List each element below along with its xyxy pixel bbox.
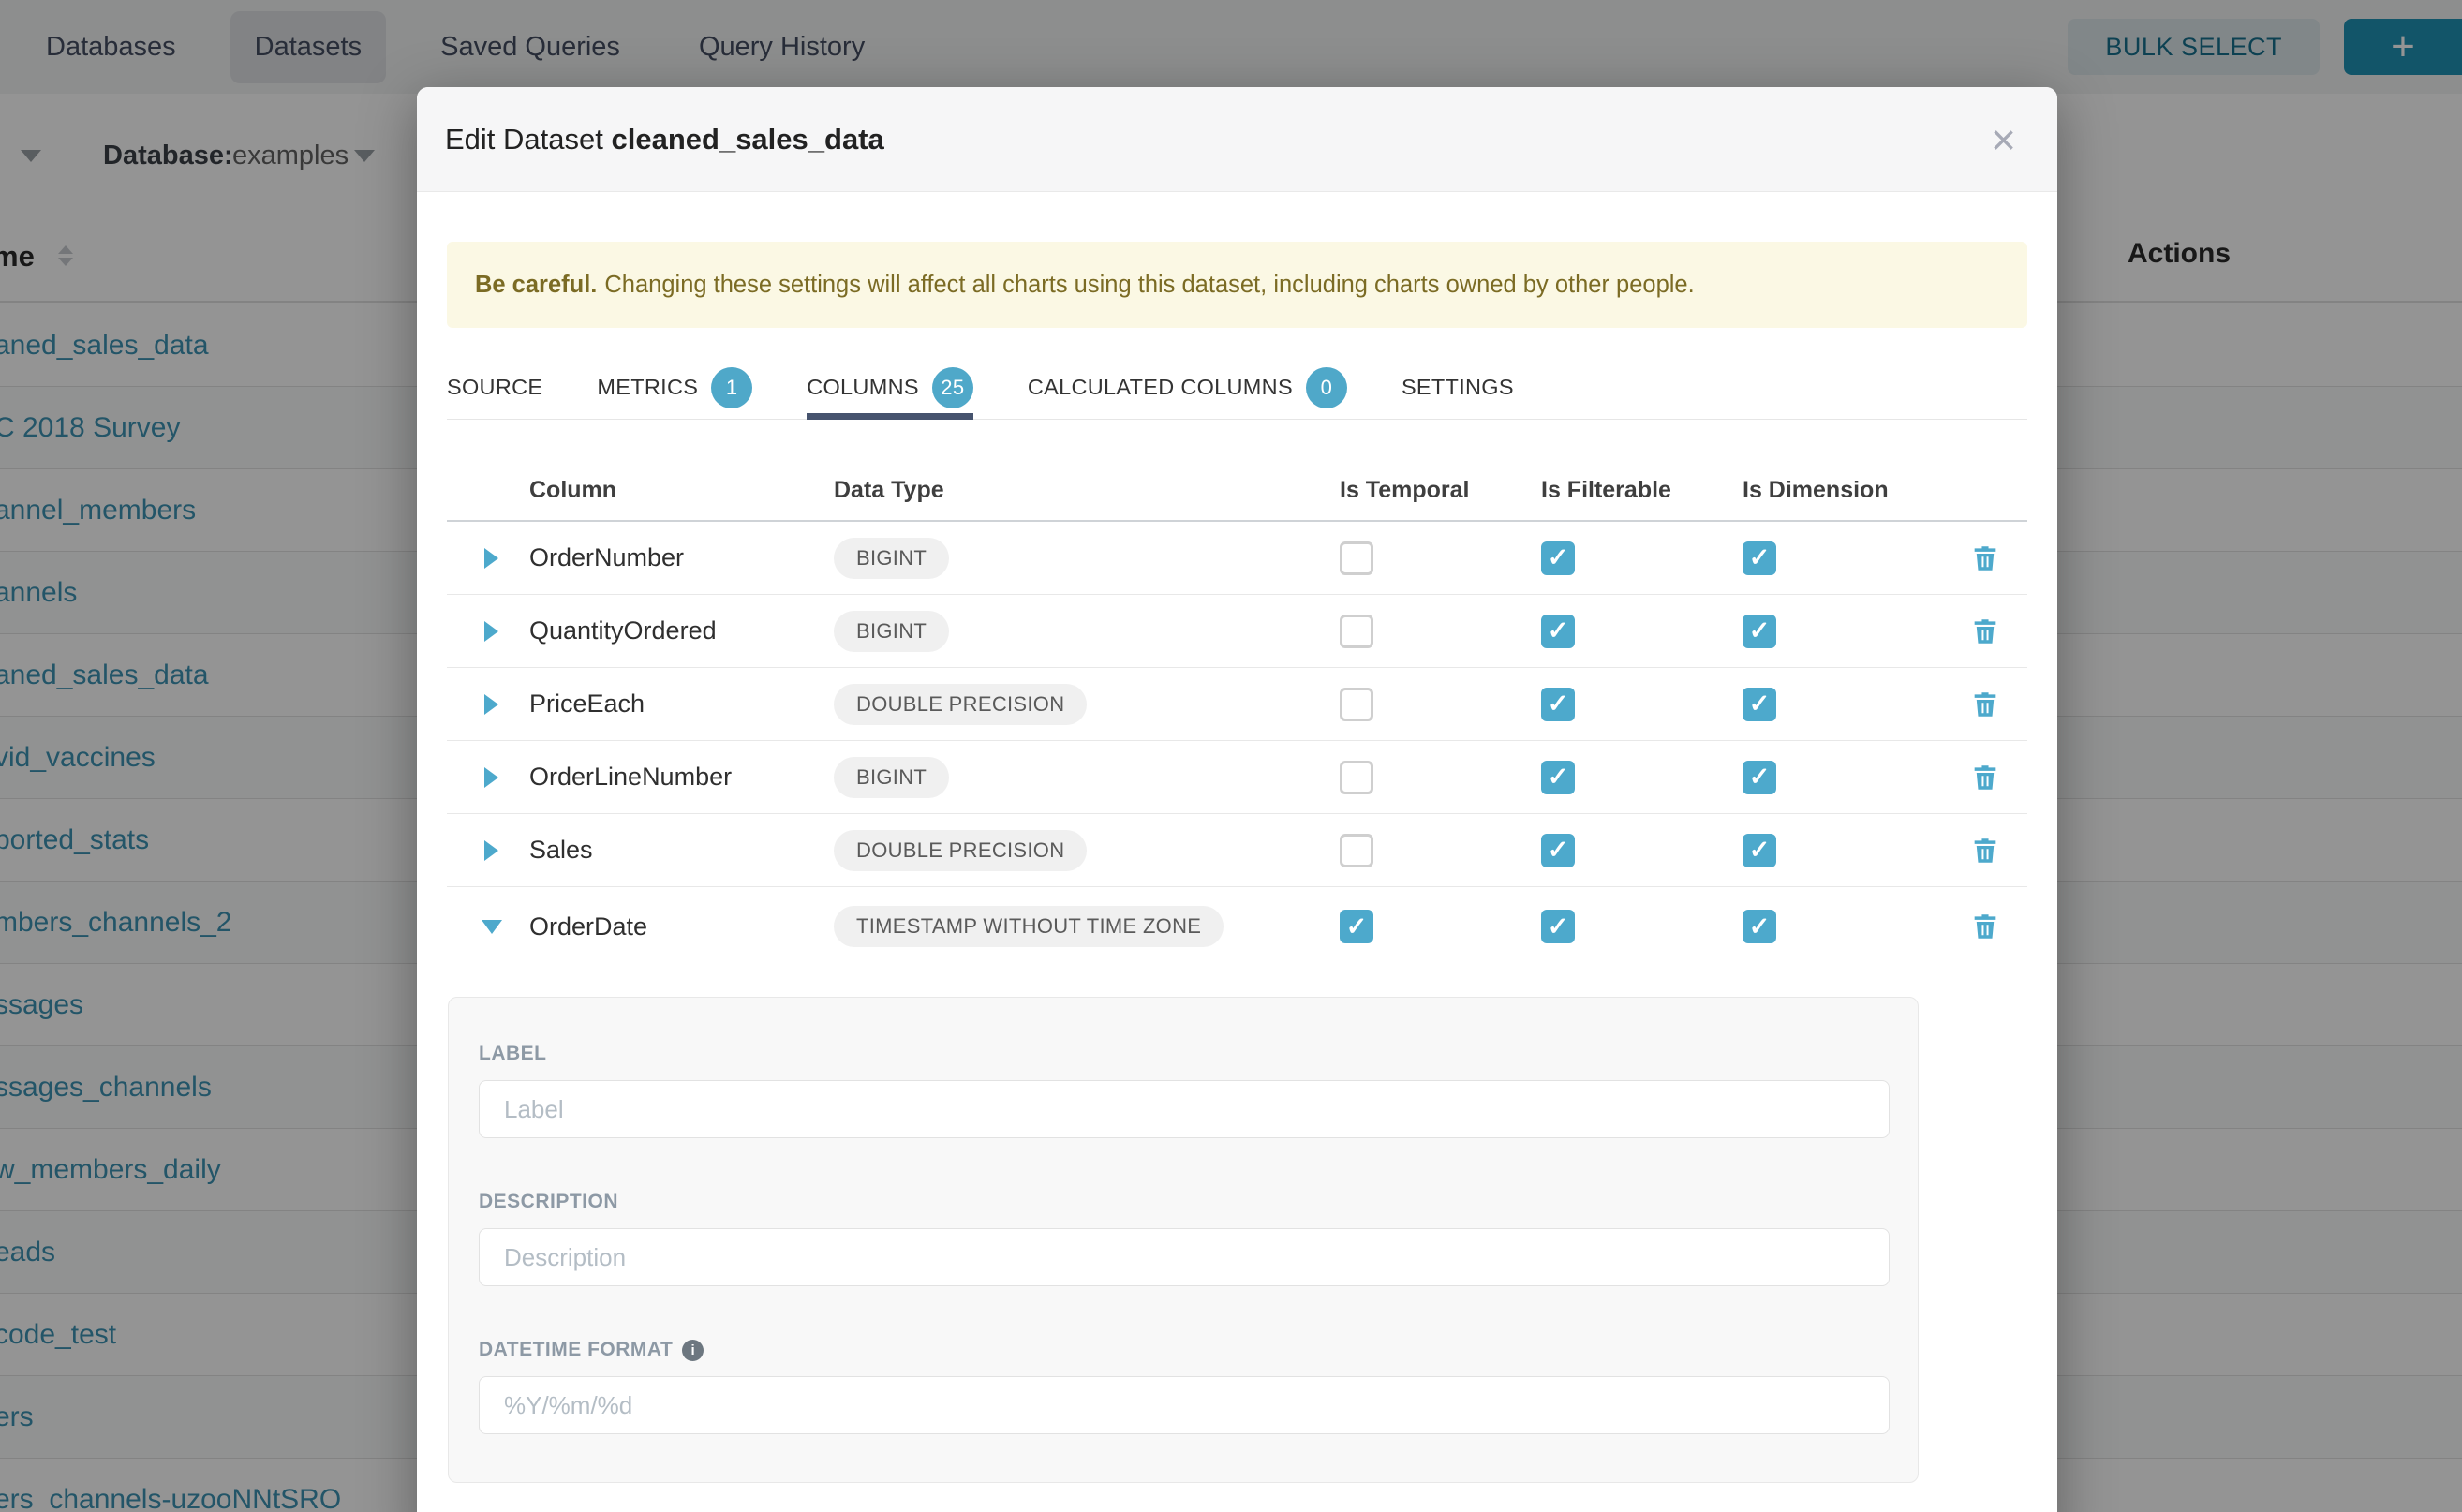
tab-count-badge: 0 (1306, 367, 1347, 408)
tab-label: CALCULATED COLUMNS (1028, 375, 1293, 400)
info-icon[interactable]: i (682, 1340, 704, 1361)
description-field-label: DESCRIPTION (479, 1191, 1888, 1213)
data-type-pill: TIMESTAMP WITHOUT TIME ZONE (834, 906, 1224, 947)
is-dimension-checkbox[interactable]: ✓ (1743, 834, 1776, 867)
tab-label: METRICS (597, 375, 698, 400)
data-type-pill: BIGINT (834, 757, 949, 798)
label-input[interactable] (479, 1080, 1890, 1138)
data-type-cell: BIGINT (834, 538, 1340, 579)
data-type-cell: DOUBLE PRECISION (834, 684, 1340, 725)
delete-column-icon[interactable] (1969, 911, 2001, 942)
tab-count-badge: 1 (711, 367, 752, 408)
columns-table-header: ColumnData TypeIs TemporalIs FilterableI… (447, 460, 2027, 522)
delete-column-icon[interactable] (1969, 762, 2001, 793)
warning-banner-bold: Be careful. (475, 272, 597, 299)
is-dimension-checkbox[interactable]: ✓ (1743, 688, 1776, 721)
column-name: OrderLineNumber (529, 763, 834, 792)
is-dimension-checkbox[interactable]: ✓ (1743, 910, 1776, 943)
column-row: OrderNumberBIGINT ✓ ✓ (447, 522, 2027, 595)
data-type-cell: BIGINT (834, 757, 1340, 798)
expand-icon[interactable] (484, 621, 498, 642)
modal-tabs: SOURCE METRICS 1 COLUMNS 25 CALCULATED COLUMN… (447, 360, 2027, 420)
column-name: QuantityOrdered (529, 616, 834, 645)
tab-count-badge: 25 (932, 367, 973, 408)
is-dimension-checkbox[interactable]: ✓ (1743, 615, 1776, 648)
modal-title-prefix: Edit Dataset (445, 123, 603, 156)
description-input[interactable] (479, 1228, 1890, 1286)
is-temporal-checkbox[interactable] (1340, 761, 1373, 794)
is-temporal-checkbox[interactable] (1340, 688, 1373, 721)
tab-source[interactable]: SOURCE (447, 360, 542, 419)
tab-columns[interactable]: COLUMNS 25 (807, 360, 973, 419)
modal-dataset-name: cleaned_sales_data (612, 123, 884, 156)
tab-metrics[interactable]: METRICS 1 (597, 360, 752, 419)
edit-dataset-modal: Edit Dataset cleaned_sales_data × Be car… (417, 87, 2057, 1512)
tab-label: COLUMNS (807, 375, 919, 400)
column-row: OrderLineNumberBIGINT ✓ ✓ (447, 741, 2027, 814)
delete-column-icon[interactable] (1969, 542, 2001, 574)
column-header: Column (529, 477, 834, 504)
data-type-pill: DOUBLE PRECISION (834, 830, 1087, 871)
column-detail-panel: LABEL DESCRIPTION DATETIME FORMAT i (448, 997, 1919, 1483)
is-temporal-header: Is Temporal (1340, 477, 1541, 504)
is-filterable-checkbox[interactable]: ✓ (1541, 761, 1575, 794)
tab-calculated-columns[interactable]: CALCULATED COLUMNS 0 (1028, 360, 1347, 419)
data-type-cell: DOUBLE PRECISION (834, 830, 1340, 871)
close-icon[interactable]: × (1978, 118, 2029, 161)
delete-column-icon[interactable] (1969, 835, 2001, 867)
delete-column-icon[interactable] (1969, 689, 2001, 720)
columns-table-rows: OrderNumberBIGINT✓✓QuantityOrderedBIGINT… (447, 522, 2027, 966)
is-temporal-checkbox[interactable]: ✓ (1340, 910, 1373, 943)
is-temporal-checkbox[interactable] (1340, 615, 1373, 648)
expand-icon[interactable] (484, 548, 498, 569)
is-dimension-checkbox[interactable]: ✓ (1743, 761, 1776, 794)
label-field-label: LABEL (479, 1043, 1888, 1065)
tab-label: SETTINGS (1402, 375, 1514, 400)
warning-banner: Be careful. Changing these settings will… (447, 242, 2027, 328)
data-type-pill: BIGINT (834, 538, 949, 579)
datetime-format-field-label: DATETIME FORMAT i (479, 1339, 1888, 1361)
warning-banner-text: Changing these settings will affect all … (604, 272, 1694, 299)
description-field: DESCRIPTION (479, 1191, 1888, 1286)
column-name: OrderNumber (529, 543, 834, 572)
delete-column-icon[interactable] (1969, 615, 2001, 647)
modal-title: Edit Dataset cleaned_sales_data (445, 123, 884, 156)
tab-settings[interactable]: SETTINGS (1402, 360, 1514, 419)
column-row: QuantityOrderedBIGINT ✓ ✓ (447, 595, 2027, 668)
is-filterable-checkbox[interactable]: ✓ (1541, 541, 1575, 575)
column-row: SalesDOUBLE PRECISION ✓ ✓ (447, 814, 2027, 887)
is-filterable-checkbox[interactable]: ✓ (1541, 615, 1575, 648)
data-type-pill: BIGINT (834, 611, 949, 652)
column-name: PriceEach (529, 689, 834, 719)
expand-icon[interactable] (484, 694, 498, 715)
is-dimension-checkbox[interactable]: ✓ (1743, 541, 1776, 575)
datetime-format-field: DATETIME FORMAT i (479, 1339, 1888, 1434)
label-field: LABEL (479, 1043, 1888, 1138)
column-name: Sales (529, 836, 834, 865)
tab-label: SOURCE (447, 375, 542, 400)
is-filterable-checkbox[interactable]: ✓ (1541, 910, 1575, 943)
data-type-cell: BIGINT (834, 611, 1340, 652)
datetime-format-label-text: DATETIME FORMAT (479, 1339, 673, 1361)
column-row: OrderDateTIMESTAMP WITHOUT TIME ZONE ✓ ✓ ✓ (447, 887, 2027, 966)
expand-icon[interactable] (484, 767, 498, 788)
collapse-icon[interactable] (482, 920, 502, 934)
modal-body: Be careful. Changing these settings will… (417, 242, 2057, 1483)
is-filterable-checkbox[interactable]: ✓ (1541, 834, 1575, 867)
data-type-cell: TIMESTAMP WITHOUT TIME ZONE (834, 906, 1340, 947)
is-dimension-header: Is Dimension (1743, 477, 1942, 504)
is-temporal-checkbox[interactable] (1340, 834, 1373, 867)
datetime-format-input[interactable] (479, 1376, 1890, 1434)
modal-header: Edit Dataset cleaned_sales_data × (417, 87, 2057, 192)
data-type-pill: DOUBLE PRECISION (834, 684, 1087, 725)
data-type-header: Data Type (834, 477, 1340, 504)
is-filterable-checkbox[interactable]: ✓ (1541, 688, 1575, 721)
is-filterable-header: Is Filterable (1541, 477, 1743, 504)
expand-icon[interactable] (484, 840, 498, 861)
columns-table: ColumnData TypeIs TemporalIs FilterableI… (447, 460, 2027, 966)
is-temporal-checkbox[interactable] (1340, 541, 1373, 575)
column-name: OrderDate (529, 912, 834, 941)
column-row: PriceEachDOUBLE PRECISION ✓ ✓ (447, 668, 2027, 741)
